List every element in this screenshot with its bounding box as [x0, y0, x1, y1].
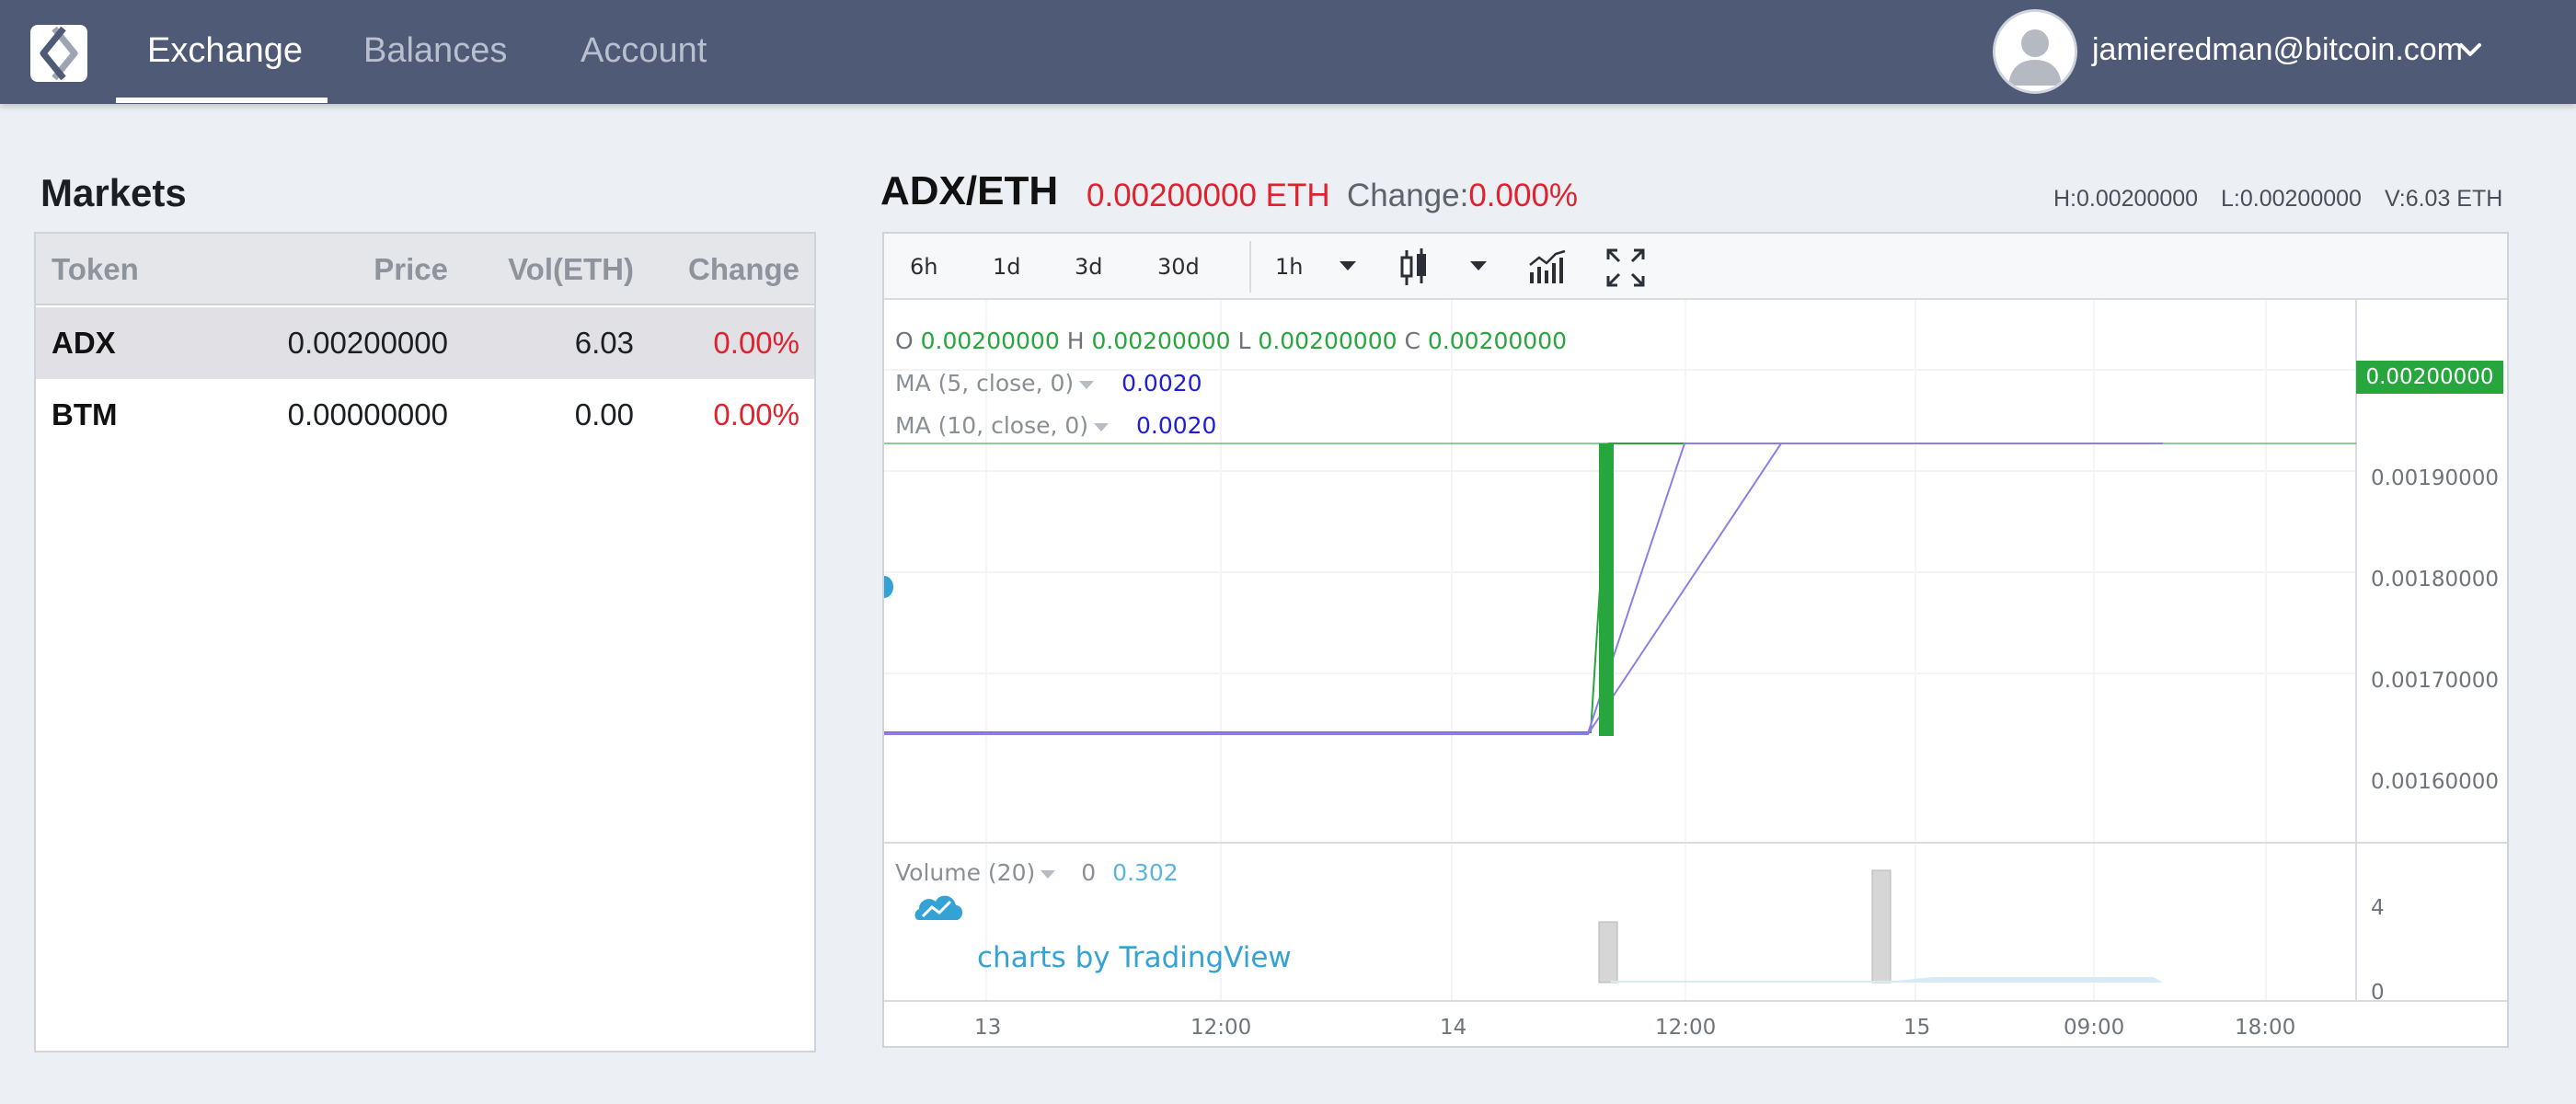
chart-toolbar: 6h 1d 3d 30d 1h [884, 234, 2507, 300]
time-tick-label: 12:00 [1655, 1016, 1717, 1040]
row-change: 0.00% [713, 326, 799, 360]
volume-legend[interactable]: Volume (20) 0 0.302 [895, 859, 1179, 886]
time-tick-label: 12:00 [1190, 1016, 1252, 1040]
column-header-volume[interactable]: Vol(ETH) [508, 234, 634, 305]
chevron-down-icon[interactable] [2456, 39, 2484, 63]
ma10-line [884, 443, 2163, 735]
price-tick-label: 0.00170000 [2371, 669, 2500, 693]
user-avatar-icon[interactable] [1993, 9, 2077, 94]
table-row[interactable]: BTM 0.00000000 0.00 0.00% [36, 379, 814, 451]
price-tick-label: 0.00180000 [2371, 568, 2500, 592]
dropdown-caret-icon[interactable] [1338, 259, 1358, 272]
chevron-down-icon[interactable] [1094, 422, 1110, 431]
pair-last-price: 0.00200000 ETH [1087, 178, 1330, 213]
row-token: ADX [52, 326, 116, 360]
candlestick-icon[interactable] [1398, 247, 1430, 289]
table-row[interactable]: ADX 0.00200000 6.03 0.00% [36, 307, 814, 379]
current-price-tag: 0.00200000 [2356, 361, 2503, 394]
close-key: C [1404, 328, 1420, 354]
chevron-down-icon[interactable] [1079, 380, 1095, 389]
row-price: 0.00000000 [287, 397, 448, 431]
high-value: 0.00200000 [1091, 328, 1231, 354]
close-price-line [884, 443, 2163, 733]
exchange-logo-icon[interactable] [30, 25, 87, 82]
chevron-down-icon[interactable] [1041, 869, 1056, 879]
range-3d-button[interactable]: 3d [1075, 234, 1103, 300]
markets-table-header: Token Price Vol(ETH) Change [36, 234, 814, 305]
pair-title: ADX/ETH [880, 168, 1059, 213]
range-30d-button[interactable]: 30d [1157, 234, 1200, 300]
time-tick-label: 14 [1440, 1016, 1467, 1040]
volume-label: Volume (20) [895, 859, 1036, 886]
user-email-menu[interactable]: jamieredman@bitcoin.com [2092, 0, 2463, 104]
ma10-legend[interactable]: MA (10, close, 0) 0.0020 [895, 412, 1216, 439]
scroll-marker-icon[interactable] [884, 576, 893, 598]
time-tick-label: 09:00 [2064, 1016, 2125, 1040]
row-volume: 6.03 [574, 326, 634, 360]
nav-tab-exchange[interactable]: Exchange [147, 0, 303, 104]
row-change: 0.00% [713, 397, 799, 431]
row-price: 0.00200000 [287, 326, 448, 360]
pair-change: Change:0.000% [1347, 178, 1578, 214]
pair-change-label: Change: [1347, 178, 1469, 213]
ma5-line [884, 443, 2163, 734]
volume-ma-value: 0.302 [1112, 859, 1179, 886]
volume-tick-label: 0 [2371, 981, 2385, 1005]
column-header-change[interactable]: Change [688, 234, 799, 305]
tradingview-logo-icon[interactable] [914, 895, 963, 920]
chart-grid [884, 300, 2356, 1001]
volume-bar[interactable] [1871, 869, 1892, 983]
low-key: L [1237, 328, 1251, 354]
high-key: H [1066, 328, 1085, 354]
range-6h-button[interactable]: 6h [910, 234, 937, 300]
volume-bar[interactable] [1598, 921, 1618, 983]
ma10-value: 0.0020 [1135, 412, 1217, 439]
volume-tick-label: 4 [2371, 896, 2385, 920]
column-header-price[interactable]: Price [374, 234, 448, 305]
column-header-token[interactable]: Token [52, 234, 139, 305]
ma5-legend[interactable]: MA (5, close, 0) 0.0020 [895, 370, 1202, 397]
markets-title: Markets [40, 171, 187, 214]
pair-high: H:0.00200000 [2053, 186, 2199, 212]
price-tick-label: 0.00190000 [2371, 466, 2500, 490]
indicators-icon[interactable] [1527, 248, 1568, 285]
close-value: 0.00200000 [1427, 328, 1568, 354]
volume-value: 0 [1081, 859, 1097, 886]
markets-table: Token Price Vol(ETH) Change ADX 0.002000… [34, 232, 816, 1052]
price-chart-widget: 6h 1d 3d 30d 1h O 0.00200000 H 0.0020000… [882, 232, 2509, 1048]
candle-bar[interactable] [1599, 443, 1614, 736]
time-tick-label: 18:00 [2235, 1016, 2296, 1040]
open-value: 0.00200000 [920, 328, 1060, 354]
ma5-label: MA (5, close, 0) [895, 370, 1075, 397]
nav-tab-balances[interactable]: Balances [363, 0, 507, 104]
row-volume: 0.00 [574, 397, 634, 431]
tradingview-branding-link[interactable]: charts by TradingView [977, 941, 1292, 974]
open-key: O [895, 328, 914, 354]
row-token: BTM [52, 397, 118, 431]
top-navigation-bar: Exchange Balances Account jamieredman@bi… [0, 0, 2576, 104]
toolbar-divider [1249, 241, 1251, 293]
pair-change-value: 0.000% [1468, 178, 1579, 213]
nav-active-indicator [116, 98, 328, 103]
fullscreen-icon[interactable] [1604, 247, 1647, 289]
pair-low: L:0.00200000 [2221, 186, 2362, 212]
time-tick-label: 15 [1903, 1016, 1931, 1040]
ma10-label: MA (10, close, 0) [895, 412, 1089, 439]
low-value: 0.00200000 [1258, 328, 1397, 354]
dropdown-caret-icon[interactable] [1468, 259, 1489, 272]
ohlc-legend: O 0.00200000 H 0.00200000 L 0.00200000 C… [895, 328, 1567, 354]
ma5-value: 0.0020 [1121, 370, 1202, 397]
nav-tab-account[interactable]: Account [581, 0, 707, 104]
range-1d-button[interactable]: 1d [993, 234, 1021, 300]
time-tick-label: 13 [974, 1016, 1002, 1040]
price-tick-label: 0.00160000 [2371, 770, 2500, 794]
pair-volume: V:6.03 ETH [2385, 186, 2503, 212]
interval-select[interactable]: 1h [1275, 234, 1303, 300]
